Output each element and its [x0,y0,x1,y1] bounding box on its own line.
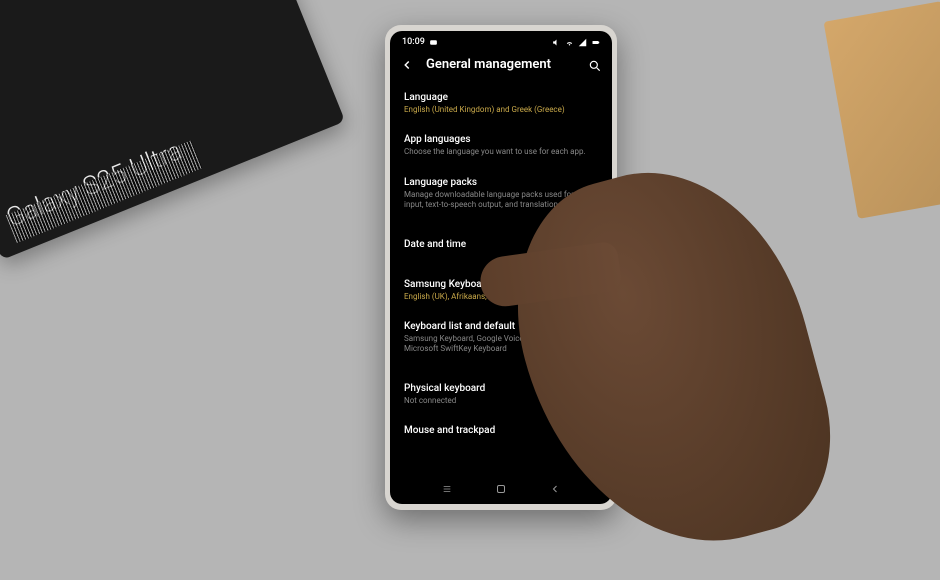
wifi-icon [565,38,574,47]
nav-back-button[interactable] [548,482,562,496]
home-button[interactable] [494,482,508,496]
setting-language[interactable]: Language English (United Kingdom) and Gr… [404,82,598,124]
setting-title: Language [404,91,598,104]
navigation-bar [390,478,612,500]
setting-desc: Choose the language you want to use for … [404,147,598,157]
clock: 10:09 [402,37,425,47]
page-header: General management [390,51,612,82]
wooden-object [824,1,940,219]
setting-app-languages[interactable]: App languages Choose the language you wa… [404,124,598,166]
search-button[interactable] [588,58,602,72]
status-bar-right [552,38,600,47]
setting-title: App languages [404,133,598,146]
status-bar: 10:09 [390,31,612,51]
page-title: General management [426,57,576,72]
battery-icon [591,38,600,47]
status-bar-left: 10:09 [402,37,438,47]
youtube-icon [429,38,438,47]
product-box: Galaxy S25 Ultra [0,0,345,260]
recent-apps-button[interactable] [440,482,454,496]
back-button[interactable] [400,58,414,72]
mute-icon [552,38,561,47]
signal-icon [578,38,587,47]
setting-title: Language packs [404,176,598,189]
setting-desc: English (United Kingdom) and Greek (Gree… [404,105,598,115]
